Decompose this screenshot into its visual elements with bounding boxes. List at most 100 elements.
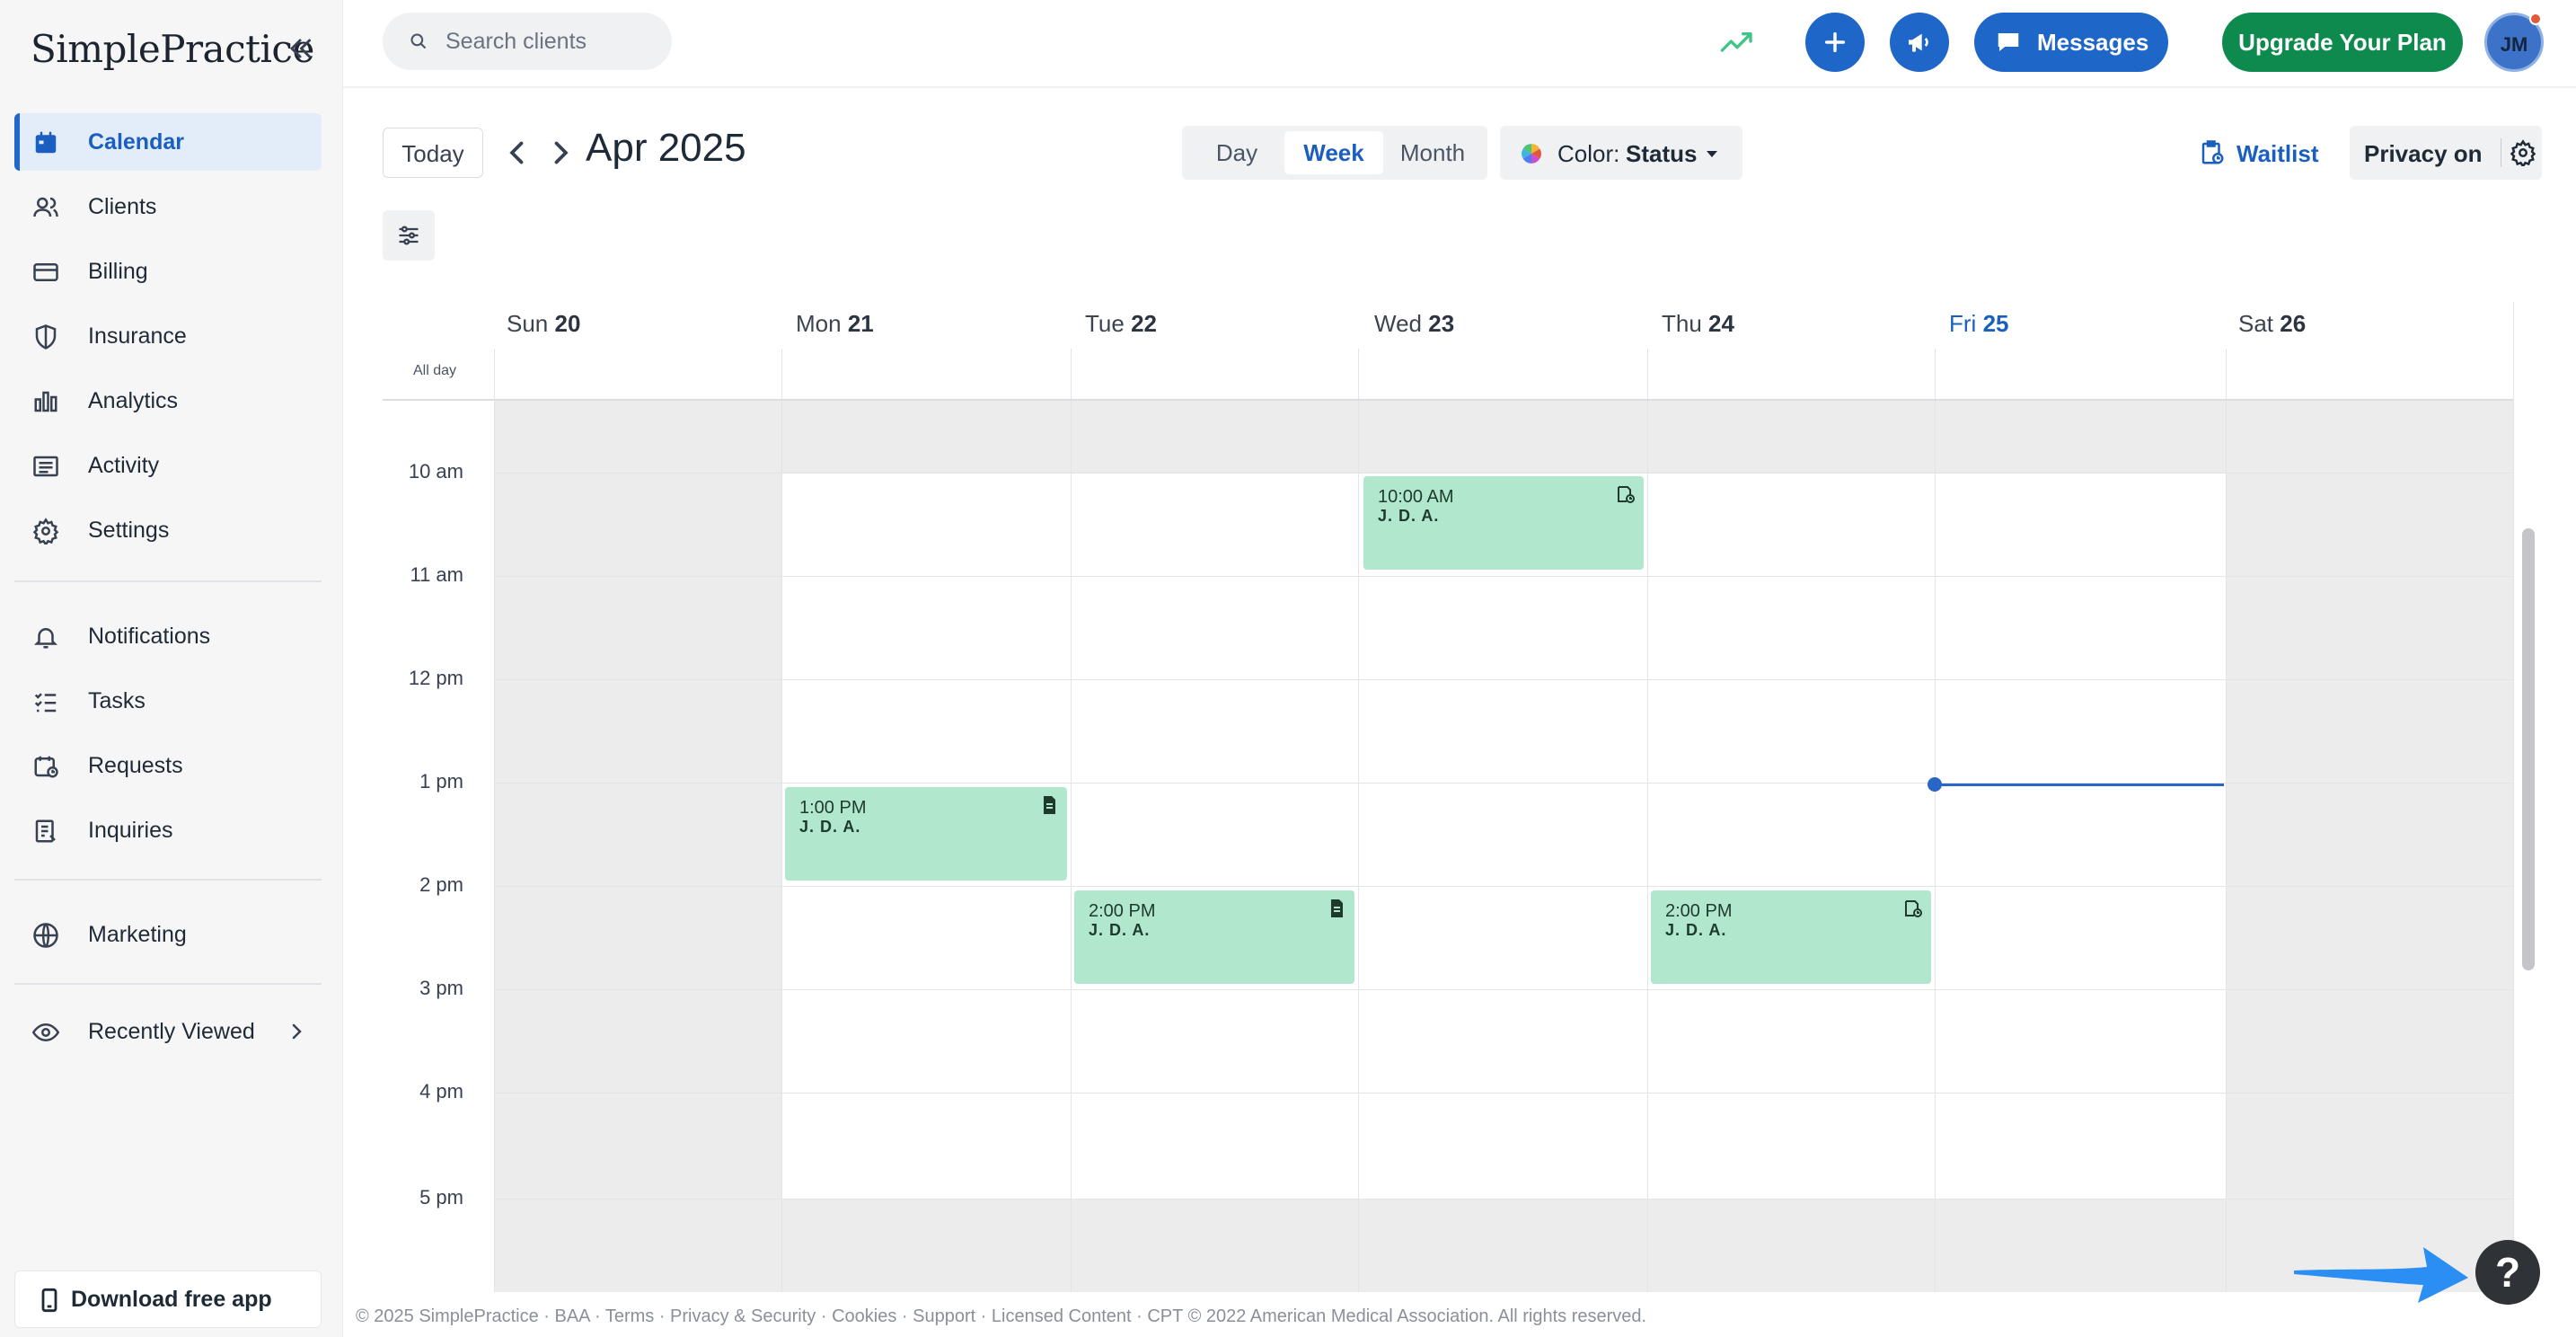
footer-text: © 2025 SimplePractice · BAA · Terms · Pr… xyxy=(356,1306,1647,1326)
sidebar: SimplePractice Calendar Clients Billing … xyxy=(0,0,343,1337)
time-label: 1 pm xyxy=(419,770,463,792)
day-header-thu[interactable]: Thu 24 xyxy=(1662,302,1734,345)
note-icon xyxy=(1044,796,1055,814)
appointment-card[interactable]: 1:00 PM J. D. A. xyxy=(785,787,1067,881)
color-value: Status xyxy=(1626,140,1698,167)
caret-down-icon xyxy=(1707,151,1717,157)
today-button[interactable]: Today xyxy=(383,128,483,178)
sidebar-divider xyxy=(14,879,322,881)
plus-icon xyxy=(1824,31,1846,53)
sidebar-item-label: Insurance xyxy=(88,323,187,349)
column-line xyxy=(2513,302,2514,1292)
view-month-button[interactable]: Month xyxy=(1383,131,1482,174)
chevron-left-icon[interactable] xyxy=(501,137,534,169)
current-time-dot xyxy=(1928,777,1942,792)
announcements-button[interactable] xyxy=(1890,13,1949,72)
gear-icon xyxy=(32,518,59,545)
appointment-card[interactable]: 2:00 PM J. D. A. xyxy=(1651,890,1931,984)
sidebar-item-requests[interactable]: Requests xyxy=(14,737,322,794)
weekend-shade-sunday xyxy=(494,401,781,1292)
color-dropdown[interactable]: Color: Status xyxy=(1500,126,1742,180)
collapse-sidebar-icon[interactable] xyxy=(284,32,316,65)
sidebar-item-label: Inquiries xyxy=(88,817,173,843)
day-header-sat[interactable]: Sat 26 xyxy=(2238,302,2306,345)
arrow-right-icon xyxy=(2294,1247,2468,1303)
day-header-wed[interactable]: Wed 23 xyxy=(1374,302,1454,345)
messages-button[interactable]: Messages xyxy=(1974,13,2168,72)
calendar-scrollbar[interactable] xyxy=(2522,528,2535,970)
document-list-icon xyxy=(35,819,56,843)
sidebar-divider xyxy=(14,983,322,985)
appointment-client: J. D. A. xyxy=(799,818,861,836)
sidebar-item-notifications[interactable]: Notifications xyxy=(14,607,322,665)
hour-line xyxy=(494,989,2513,990)
header-divider xyxy=(343,86,2576,88)
clipboard-clock-icon xyxy=(2201,140,2224,164)
day-header-tue[interactable]: Tue 22 xyxy=(1085,302,1157,345)
calendar-video-icon xyxy=(1905,900,1922,917)
hour-line xyxy=(494,886,2513,887)
chat-bubble-icon xyxy=(1998,33,2019,51)
privacy-toggle[interactable]: Privacy on xyxy=(2350,126,2542,180)
sidebar-item-insurance[interactable]: Insurance xyxy=(14,307,322,365)
month-label: Apr 2025 xyxy=(586,126,746,170)
search-input[interactable] xyxy=(446,25,661,58)
sidebar-item-activity[interactable]: Activity xyxy=(14,437,322,494)
time-label: 5 pm xyxy=(419,1186,463,1209)
time-label: 4 pm xyxy=(419,1080,463,1102)
privacy-label: Privacy on xyxy=(2364,140,2483,167)
app-logo[interactable]: SimplePractice xyxy=(31,27,314,71)
appointment-card[interactable]: 2:00 PM J. D. A. xyxy=(1074,890,1354,984)
day-header-fri[interactable]: Fri 25 xyxy=(1949,302,2008,345)
hour-line xyxy=(494,473,2513,474)
note-icon xyxy=(1331,899,1343,917)
hour-line xyxy=(494,679,2513,680)
time-label: 11 am xyxy=(410,563,463,586)
column-line xyxy=(2226,349,2227,1292)
sidebar-item-label: Settings xyxy=(88,517,170,543)
view-day-button[interactable]: Day xyxy=(1189,131,1284,174)
sidebar-item-settings[interactable]: Settings xyxy=(14,501,322,559)
time-label: 2 pm xyxy=(419,873,463,896)
off-hours-shade-top xyxy=(781,401,2226,473)
view-week-button[interactable]: Week xyxy=(1284,131,1383,174)
waitlist-label: Waitlist xyxy=(2236,140,2319,167)
hour-line xyxy=(494,1199,2513,1200)
trending-up-icon[interactable] xyxy=(1717,23,1757,59)
upgrade-plan-button[interactable]: Upgrade Your Plan xyxy=(2222,13,2463,72)
globe-icon xyxy=(33,923,58,948)
day-header-mon[interactable]: Mon 21 xyxy=(796,302,874,345)
sidebar-item-analytics[interactable]: Analytics xyxy=(14,372,322,429)
sidebar-item-tasks[interactable]: Tasks xyxy=(14,672,322,730)
appointment-time: 2:00 PM xyxy=(1665,901,1733,921)
sidebar-item-label: Marketing xyxy=(88,921,187,947)
sidebar-item-inquiries[interactable]: Inquiries xyxy=(14,801,322,859)
waitlist-button[interactable]: Waitlist xyxy=(2199,135,2325,174)
sidebar-item-recently-viewed[interactable]: Recently Viewed xyxy=(14,1003,322,1060)
search-box[interactable] xyxy=(383,13,672,70)
sidebar-item-calendar[interactable]: Calendar xyxy=(14,113,322,171)
all-day-label: All day xyxy=(413,363,457,378)
gear-icon[interactable] xyxy=(2510,139,2536,166)
filters-button[interactable] xyxy=(383,210,435,261)
sidebar-item-label: Notifications xyxy=(88,623,211,649)
color-label: Color: xyxy=(1557,140,1620,167)
sidebar-item-label: Tasks xyxy=(88,687,146,713)
day-header-sun[interactable]: Sun 20 xyxy=(507,302,580,345)
appointment-card[interactable]: 10:00 AM J. D. A. xyxy=(1363,476,1644,570)
calendar-video-icon xyxy=(1618,486,1635,503)
sidebar-item-marketing[interactable]: Marketing xyxy=(14,906,322,963)
sidebar-item-billing[interactable]: Billing xyxy=(14,243,322,300)
bar-chart-icon xyxy=(34,391,57,412)
download-app-button[interactable]: Download free app xyxy=(14,1271,322,1328)
eye-icon xyxy=(32,1023,59,1042)
chevron-right-icon[interactable] xyxy=(544,137,577,169)
list-icon xyxy=(33,456,58,477)
add-button[interactable] xyxy=(1805,13,1865,72)
time-label: 3 pm xyxy=(419,977,463,999)
sidebar-item-clients[interactable]: Clients xyxy=(14,178,322,235)
time-label: 12 pm xyxy=(408,667,463,689)
help-button[interactable]: ? xyxy=(2475,1240,2540,1305)
appointment-client: J. D. A. xyxy=(1089,921,1151,939)
notification-dot xyxy=(2529,13,2542,25)
